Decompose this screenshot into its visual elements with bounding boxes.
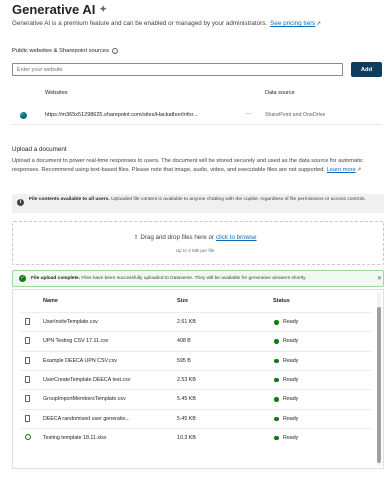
success-text: File upload complete. Files have been su… <box>31 276 307 281</box>
file-size: 10.3 KB <box>177 434 196 441</box>
status-dot-icon <box>274 320 279 325</box>
upload-description: Upload a document to power real-time res… <box>12 157 384 174</box>
website-url: https://m365x51298625.sharepoint.com/sit… <box>45 112 198 118</box>
file-status: Ready <box>283 338 299 345</box>
page-title: Generative AI ✦ <box>12 2 107 17</box>
status-dot-icon <box>274 358 279 364</box>
public-sources-label-text: Public websites & Sharepoint sources <box>12 48 109 54</box>
spreadsheet-icon <box>25 433 31 440</box>
checkmark-icon: ✓ <box>19 275 26 282</box>
file-status: Ready <box>283 357 299 364</box>
file-size: 2.61 KB <box>177 319 196 325</box>
file-icon <box>25 414 30 422</box>
browse-link[interactable]: click to browse <box>216 234 257 241</box>
upload-icon: ⇧ <box>133 234 139 241</box>
status-dot-icon <box>274 416 279 421</box>
file-icon <box>25 318 30 325</box>
close-icon[interactable]: ✕ <box>377 275 382 282</box>
status-column-header[interactable]: Status <box>273 298 290 304</box>
file-icon <box>25 356 30 364</box>
file-icon <box>25 375 30 383</box>
status-dot-icon <box>274 377 279 383</box>
warning-text: File contents available to all users. Up… <box>29 197 379 204</box>
file-size: 2.53 KB <box>177 376 196 383</box>
scrollbar-thumb[interactable] <box>377 307 381 463</box>
website-dash: — <box>246 111 252 117</box>
file-drop-zone[interactable] <box>12 221 384 265</box>
websites-column-header: Websites <box>45 90 68 96</box>
sparkle-icon: ✦ <box>99 4 107 14</box>
warning-body: Uploaded file content is available to an… <box>111 197 366 202</box>
file-name: DEECA randomised user generatio... <box>43 415 130 422</box>
file-status: Ready <box>283 415 299 422</box>
public-sources-label: Public websites & Sharepoint sources i <box>12 48 118 54</box>
file-icon <box>25 337 30 345</box>
file-name: UPN Testing CSV 17.11.csv <box>43 338 109 345</box>
success-bold: File upload complete. <box>31 276 81 281</box>
file-size: 408 B <box>177 338 191 345</box>
file-size: 5.45 KB <box>177 396 196 403</box>
description-text: Generative AI is a premium feature and c… <box>12 20 268 27</box>
external-link-icon: ↗ <box>356 166 362 173</box>
file-status: Ready <box>283 319 299 325</box>
add-button[interactable]: Add <box>351 62 382 77</box>
file-size-limit: Up to 3 MB per file <box>175 248 215 253</box>
file-status: Ready <box>283 376 299 383</box>
website-input[interactable]: Enter your website <box>12 63 343 76</box>
file-size: 595 B <box>177 357 191 364</box>
file-name: Example DEECA UPN CSV.csv <box>43 357 117 364</box>
status-dot-icon <box>274 397 279 402</box>
learn-more-link[interactable]: Learn more <box>327 167 356 173</box>
info-filled-icon: i <box>17 199 24 206</box>
upload-description-text: Upload a document to power real-time res… <box>12 158 363 173</box>
status-dot-icon <box>274 435 279 441</box>
warning-bold: File contents available to all users. <box>29 197 110 202</box>
data-source-column-header: Data source <box>265 90 295 96</box>
file-name: GroupImportMembersTemplate.csv <box>43 396 126 403</box>
drop-instructions: ⇧ Drag and drop files here or click to br… <box>0 234 390 241</box>
page-description: Generative AI is a premium feature and c… <box>12 20 321 27</box>
file-icon <box>25 395 30 403</box>
info-icon[interactable]: i <box>112 48 118 54</box>
external-link-icon: ↗ <box>316 21 321 27</box>
upload-title: Upload a document <box>12 146 67 153</box>
file-status: Ready <box>283 396 299 403</box>
file-name: Testing template 18.11.xlsx <box>43 434 107 441</box>
website-data-source: SharePoint and OneDrive <box>265 112 326 118</box>
file-name: UserCreateTemplate DEECA test.csv <box>43 376 131 383</box>
status-dot-icon <box>274 339 279 344</box>
success-body: Files have been successfully uploaded to… <box>81 276 307 281</box>
drop-text: Drag and drop files here or <box>140 234 214 241</box>
sharepoint-icon <box>20 112 27 119</box>
file-status: Ready <box>283 434 299 441</box>
name-column-header[interactable]: Name <box>43 298 58 304</box>
file-name: UserInviteTemplate.csv <box>43 319 98 325</box>
size-column-header[interactable]: Size <box>177 298 188 304</box>
file-size: 5.45 KB <box>177 415 196 422</box>
pricing-link[interactable]: See pricing tiers <box>270 20 315 27</box>
page-title-text: Generative AI <box>12 2 96 17</box>
